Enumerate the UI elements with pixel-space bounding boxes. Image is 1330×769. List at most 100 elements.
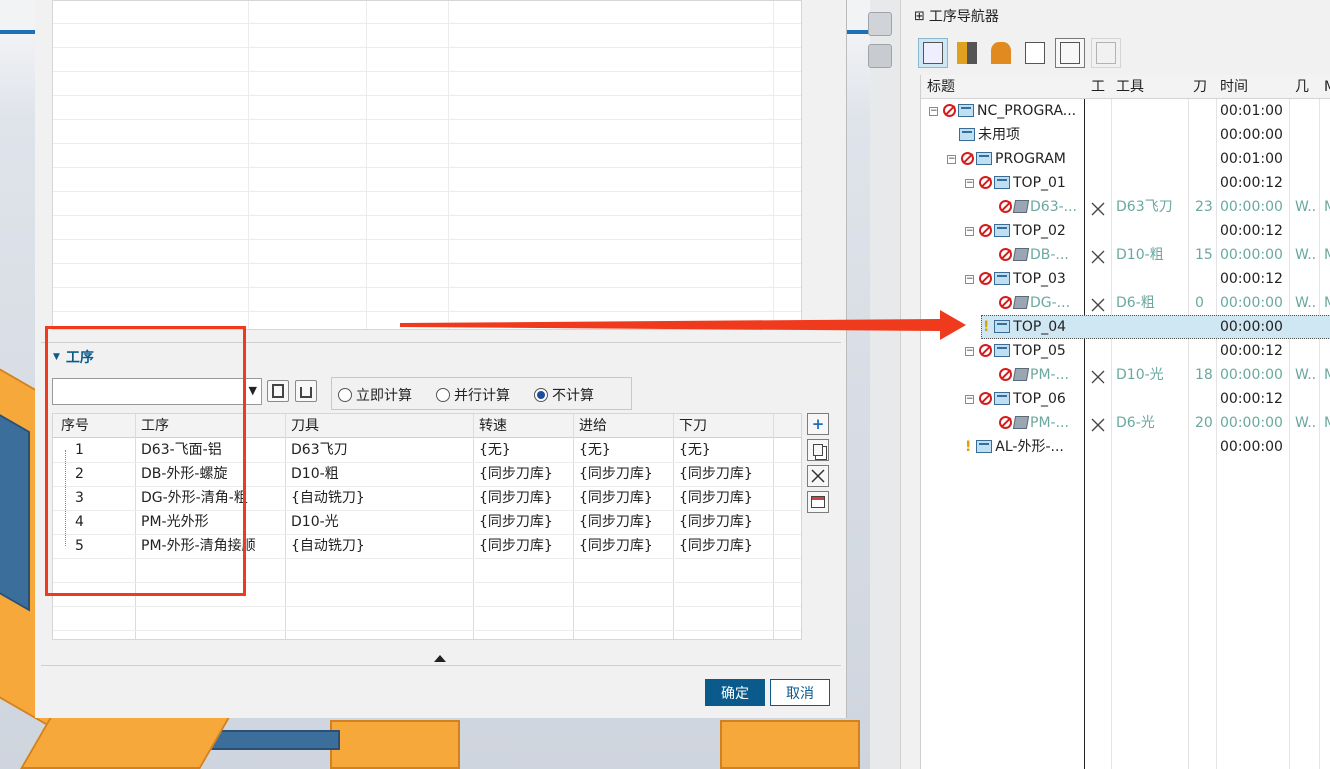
geometry-view-icon[interactable] [986,38,1016,68]
tree-row[interactable]: PM-... D10-光 18 00:00:00 W.. M [921,363,1330,387]
tree-row[interactable]: DB-... D10-粗 15 00:00:00 W.. M [921,243,1330,267]
create-operation-icon[interactable] [1055,38,1085,68]
tree-node[interactable]: D63-... [999,195,1081,219]
program-order-view-icon[interactable] [918,38,948,68]
cell-time: 00:00:12 [1220,175,1283,191]
collapse-toggle-icon[interactable]: − [929,107,938,116]
tree-node[interactable]: PROGRAM [961,147,1081,171]
radio-no-calc[interactable]: 不计算 [534,385,594,405]
col-header-op[interactable]: 工 [1091,75,1105,99]
collapse-up-icon[interactable] [434,655,446,662]
machine-tool-view-icon[interactable] [952,38,982,68]
delete-operation-icon[interactable] [1091,38,1121,68]
tree-row[interactable]: ! AL-外形-... 00:00:00 [921,435,1330,459]
cell-geometry: W.. [1295,415,1317,431]
tree-row[interactable]: PM-... D6-光 20 00:00:00 W.. M [921,411,1330,435]
tree-row[interactable]: − TOP_01 00:00:12 [921,171,1330,195]
col-header-speed[interactable]: 转速 [479,414,507,438]
no-status-icon [943,104,956,117]
operation-tree: 标题 工 工具 刀 时间 几 M − NC_PROGRA... 00:01:00 未用… [920,75,1330,769]
no-status-icon [999,296,1012,309]
tree-node[interactable]: ! AL-外形-... [965,435,1081,459]
table-edit-icon[interactable] [807,491,829,513]
col-header-tool[interactable]: 工具 [1116,75,1144,99]
collapse-toggle-icon[interactable]: − [965,227,974,236]
refresh-icon[interactable] [868,44,892,68]
radio-label: 并行计算 [454,388,510,404]
cell-method: M [1324,243,1330,267]
tree-node[interactable]: ! TOP_04 [983,315,1081,339]
save-icon[interactable] [267,380,289,402]
program-folder-icon [958,104,974,117]
navigator-header: ⊞ 工序导航器 [914,6,999,26]
cancel-button[interactable]: 取消 [770,679,830,706]
no-status-icon [999,368,1012,381]
radio-parallel[interactable]: 并行计算 [436,385,510,405]
tree-node[interactable]: TOP_06 [979,387,1081,411]
cell-geometry: W.. [1295,295,1317,311]
tree-node[interactable]: TOP_05 [979,339,1081,363]
col-header-tool[interactable]: 刀具 [291,414,319,438]
chevron-down-icon: ▼ [248,384,257,397]
node-label: PM-... [1030,367,1069,383]
tree-row[interactable]: D63-... D63飞刀 23 00:00:00 W.. M [921,195,1330,219]
tree-node[interactable]: TOP_01 [979,171,1081,195]
tree-row[interactable]: − TOP_02 00:00:12 [921,219,1330,243]
cell-feed: {同步刀库} [579,466,653,482]
tree-row[interactable]: − PROGRAM 00:01:00 [921,147,1330,171]
ok-button[interactable]: 确定 [705,679,765,706]
tree-row[interactable]: 未用项 00:00:00 [921,123,1330,147]
node-label: TOP_03 [1013,271,1066,287]
cell-time: 00:00:00 [1220,295,1283,311]
method-view-icon[interactable] [1020,38,1050,68]
view-icon[interactable] [868,12,892,36]
separator [41,665,841,666]
collapse-toggle-icon[interactable]: − [947,155,956,164]
part-block [330,720,460,769]
radio-label: 立即计算 [356,388,412,404]
no-status-icon [979,176,992,189]
operation-icon [1012,368,1030,381]
tree-row[interactable]: ! TOP_04 00:00:00 [921,315,1330,339]
radio-circle [338,388,352,402]
navigator-title: 工序导航器 [928,9,999,25]
tree-node[interactable]: TOP_02 [979,219,1081,243]
tree-node[interactable]: DB-... [999,243,1081,267]
collapse-toggle-icon[interactable]: − [965,347,974,356]
col-header-title[interactable]: 标题 [927,75,955,99]
add-icon[interactable]: + [807,413,829,435]
highlight-box [45,326,246,596]
tree-node[interactable]: DG-... [999,291,1081,315]
radio-immediate[interactable]: 立即计算 [338,385,412,405]
tree-row[interactable]: DG-... D6-粗 0 00:00:00 W.. M [921,291,1330,315]
copy-icon[interactable] [807,439,829,461]
tree-row[interactable]: − TOP_03 00:00:12 [921,267,1330,291]
col-header-method[interactable]: M [1324,75,1330,99]
collapse-toggle-icon[interactable]: − [965,179,974,188]
col-header-feed[interactable]: 进给 [579,414,607,438]
cell-speed: {无} [479,442,511,458]
node-label: PROGRAM [995,151,1066,167]
tree-row[interactable]: − NC_PROGRA... 00:01:00 [921,99,1330,123]
tree-row[interactable]: − TOP_05 00:00:12 [921,339,1330,363]
delete-icon[interactable] [807,465,829,487]
collapse-toggle-icon[interactable]: − [965,395,974,404]
operation-icon [1012,296,1030,309]
tree-node[interactable]: TOP_03 [979,267,1081,291]
program-folder-icon [959,128,975,141]
collapse-toggle-icon[interactable]: − [965,275,974,284]
cell-speed: {同步刀库} [479,514,553,530]
col-header-plunge[interactable]: 下刀 [679,414,707,438]
no-status-icon [961,152,974,165]
col-header-time[interactable]: 时间 [1220,75,1248,99]
tree-row[interactable]: − TOP_06 00:00:12 [921,387,1330,411]
export-icon[interactable] [295,380,317,402]
tree-node[interactable]: 未用项 [959,123,1081,147]
col-header-tool-num[interactable]: 刀 [1193,75,1207,99]
program-folder-icon [994,344,1010,357]
cell-tool: D10-粗 [1116,247,1164,263]
tree-node[interactable]: NC_PROGRA... [943,99,1081,123]
col-header-geometry[interactable]: 几 [1295,75,1309,99]
tree-node[interactable]: PM-... [999,363,1081,387]
tree-node[interactable]: PM-... [999,411,1081,435]
